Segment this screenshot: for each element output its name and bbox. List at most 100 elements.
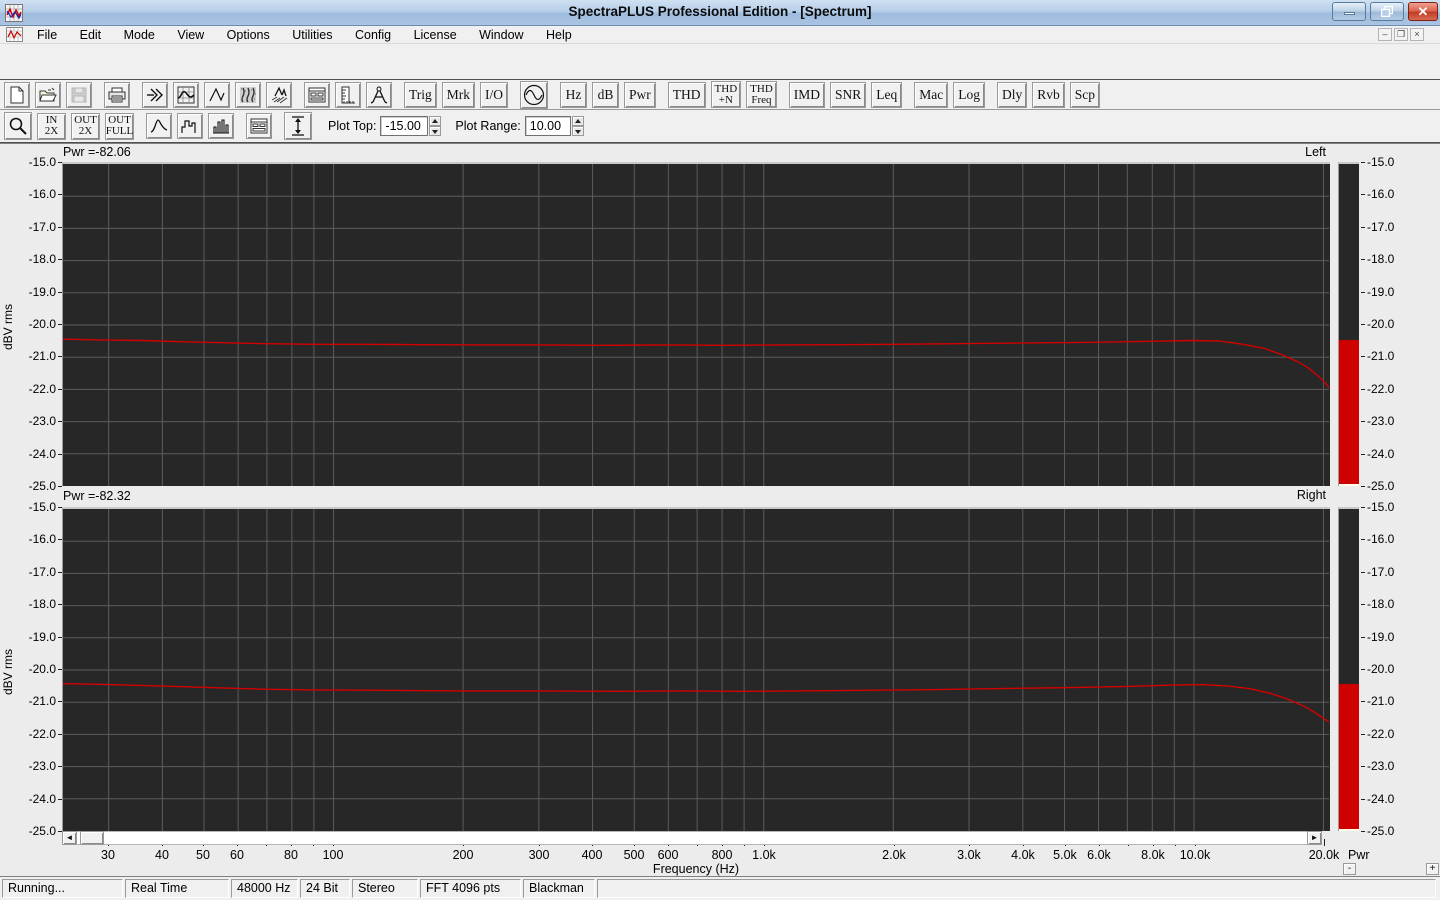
scrollbar-left-arrow[interactable]: ◄: [62, 831, 77, 845]
zoom-button[interactable]: [4, 112, 32, 140]
amplitude-range-button[interactable]: [284, 112, 312, 140]
scope-button[interactable]: Scp: [1069, 81, 1101, 108]
db-button[interactable]: dB: [592, 81, 620, 108]
snr-button[interactable]: SNR: [830, 81, 867, 108]
scrollbar-thumb[interactable]: [80, 831, 104, 845]
menu-edit[interactable]: Edit: [71, 27, 111, 45]
menu-mode[interactable]: Mode: [115, 27, 164, 45]
plot-top-spinner[interactable]: [429, 116, 442, 136]
spinner-up-icon[interactable]: [571, 116, 584, 126]
plot-range-spinner[interactable]: [571, 116, 584, 136]
y-tick-label: -15.0: [28, 500, 56, 514]
delay-button[interactable]: Dly: [997, 81, 1028, 108]
spinner-down-icon[interactable]: [429, 126, 442, 136]
minimize-button[interactable]: [1332, 2, 1366, 21]
snr-label: SNR: [835, 86, 862, 102]
spinner-up-icon[interactable]: [429, 116, 442, 126]
scaling-button[interactable]: [335, 81, 361, 108]
surface-plot-button[interactable]: [266, 81, 292, 108]
y-tick-mark: [58, 356, 62, 358]
bar-plot-mode-button[interactable]: [208, 113, 234, 139]
meter-scale-plus-button[interactable]: +: [1426, 863, 1439, 875]
spectrum-plot-left[interactable]: [62, 162, 1330, 486]
fill-plot-mode-button[interactable]: [177, 113, 203, 139]
spinner-down-icon[interactable]: [571, 126, 584, 136]
thd-n-button[interactable]: THD +N: [710, 81, 742, 108]
time-series-view-button[interactable]: [204, 81, 230, 108]
menu-options[interactable]: Options: [218, 27, 279, 45]
child-restore-button[interactable]: ❐: [1394, 28, 1408, 41]
menu-window[interactable]: Window: [470, 27, 532, 45]
imd-label: IMD: [793, 86, 821, 102]
meter-tick-label: -15.0: [1367, 500, 1395, 514]
print-button[interactable]: [104, 81, 130, 108]
save-floppy-icon: [71, 87, 87, 102]
zoom-in-2x-label-2: 2X: [44, 125, 59, 137]
meter-tick-label: -22.0: [1367, 381, 1395, 396]
meter-tick-label: -17.0: [1367, 219, 1395, 234]
menu-view[interactable]: View: [168, 27, 213, 45]
plot-top-input[interactable]: -15.00: [380, 116, 429, 136]
y-tick-label: -20.0: [28, 662, 56, 676]
restore-button[interactable]: [1370, 2, 1404, 21]
meter-tick-label: -22.0: [1367, 726, 1395, 741]
run-continuous-button[interactable]: [142, 81, 168, 108]
settings-dialog-button[interactable]: [304, 81, 330, 108]
x-tick-label: 8.0k: [1141, 848, 1165, 862]
child-minimize-button[interactable]: –: [1378, 28, 1392, 41]
hz-button[interactable]: Hz: [560, 81, 588, 108]
menu-file[interactable]: File: [28, 27, 66, 45]
pwr-button[interactable]: Pwr: [624, 81, 656, 108]
close-button[interactable]: ✕: [1408, 2, 1438, 21]
level-meter-fill: [1339, 684, 1359, 829]
y-axis-title-left: dBV rms: [1, 304, 15, 351]
io-device-button[interactable]: I/O: [480, 81, 509, 108]
spectrum-view-button[interactable]: [173, 81, 199, 108]
thd-n-label-2: +N: [718, 93, 733, 106]
y-tick-mark: [58, 798, 62, 800]
line-plot-mode-button[interactable]: [146, 113, 172, 139]
meter-tick-mark: [1361, 604, 1365, 606]
surface-3d-icon: [271, 85, 288, 103]
meter-peak-line: [1339, 829, 1359, 831]
open-file-button[interactable]: [35, 81, 61, 108]
menu-utilities[interactable]: Utilities: [283, 27, 341, 45]
spectrum-plot-right[interactable]: [62, 507, 1330, 831]
zoom-out-full-label-2: FULL: [105, 125, 134, 137]
y-tick-label: -21.0: [28, 349, 56, 364]
meter-tick-label: -24.0: [1367, 791, 1395, 806]
thd-freq-button[interactable]: THD Freq: [746, 81, 777, 108]
menu-license[interactable]: License: [405, 27, 466, 45]
markers-button[interactable]: Mrk: [441, 81, 476, 108]
menu-config[interactable]: Config: [346, 27, 400, 45]
thd-button[interactable]: THD: [667, 81, 706, 108]
signal-generator-button[interactable]: [520, 80, 549, 109]
meter-tick-label: -16.0: [1367, 532, 1395, 547]
document-icon[interactable]: [6, 27, 23, 42]
scrollbar-right-arrow[interactable]: ►: [1307, 831, 1322, 845]
imd-button[interactable]: IMD: [788, 81, 826, 108]
y-tick-label: -22.0: [28, 381, 56, 396]
meter-tick-mark: [1361, 194, 1365, 196]
new-file-button[interactable]: [4, 81, 30, 108]
trigger-button[interactable]: Trig: [404, 81, 437, 108]
child-close-button[interactable]: ×: [1410, 28, 1424, 41]
x-tick-label: 40: [155, 848, 169, 862]
reverb-button[interactable]: Rvb: [1032, 81, 1065, 108]
plot-top-label: Plot Top:: [328, 119, 377, 133]
plot-range-input[interactable]: 10.00: [524, 116, 571, 136]
menu-help[interactable]: Help: [537, 27, 581, 45]
meter-scale-minus-button[interactable]: -: [1343, 863, 1356, 875]
spectrogram-view-button[interactable]: [235, 81, 261, 108]
horizontal-scrollbar[interactable]: [62, 831, 1322, 845]
leq-button[interactable]: Leq: [871, 81, 903, 108]
display-options-button[interactable]: [246, 113, 272, 139]
zoom-out-full-button[interactable]: OUT FULL: [105, 112, 134, 140]
calibration-button[interactable]: [366, 81, 392, 108]
zoom-out-2x-button[interactable]: OUT 2X: [71, 112, 100, 140]
logging-button[interactable]: Log: [953, 81, 986, 108]
zoom-in-2x-button[interactable]: IN 2X: [37, 112, 66, 140]
macro-button[interactable]: Mac: [914, 81, 949, 108]
meter-tick-label: -23.0: [1367, 759, 1395, 774]
y-tick-mark: [58, 507, 62, 508]
